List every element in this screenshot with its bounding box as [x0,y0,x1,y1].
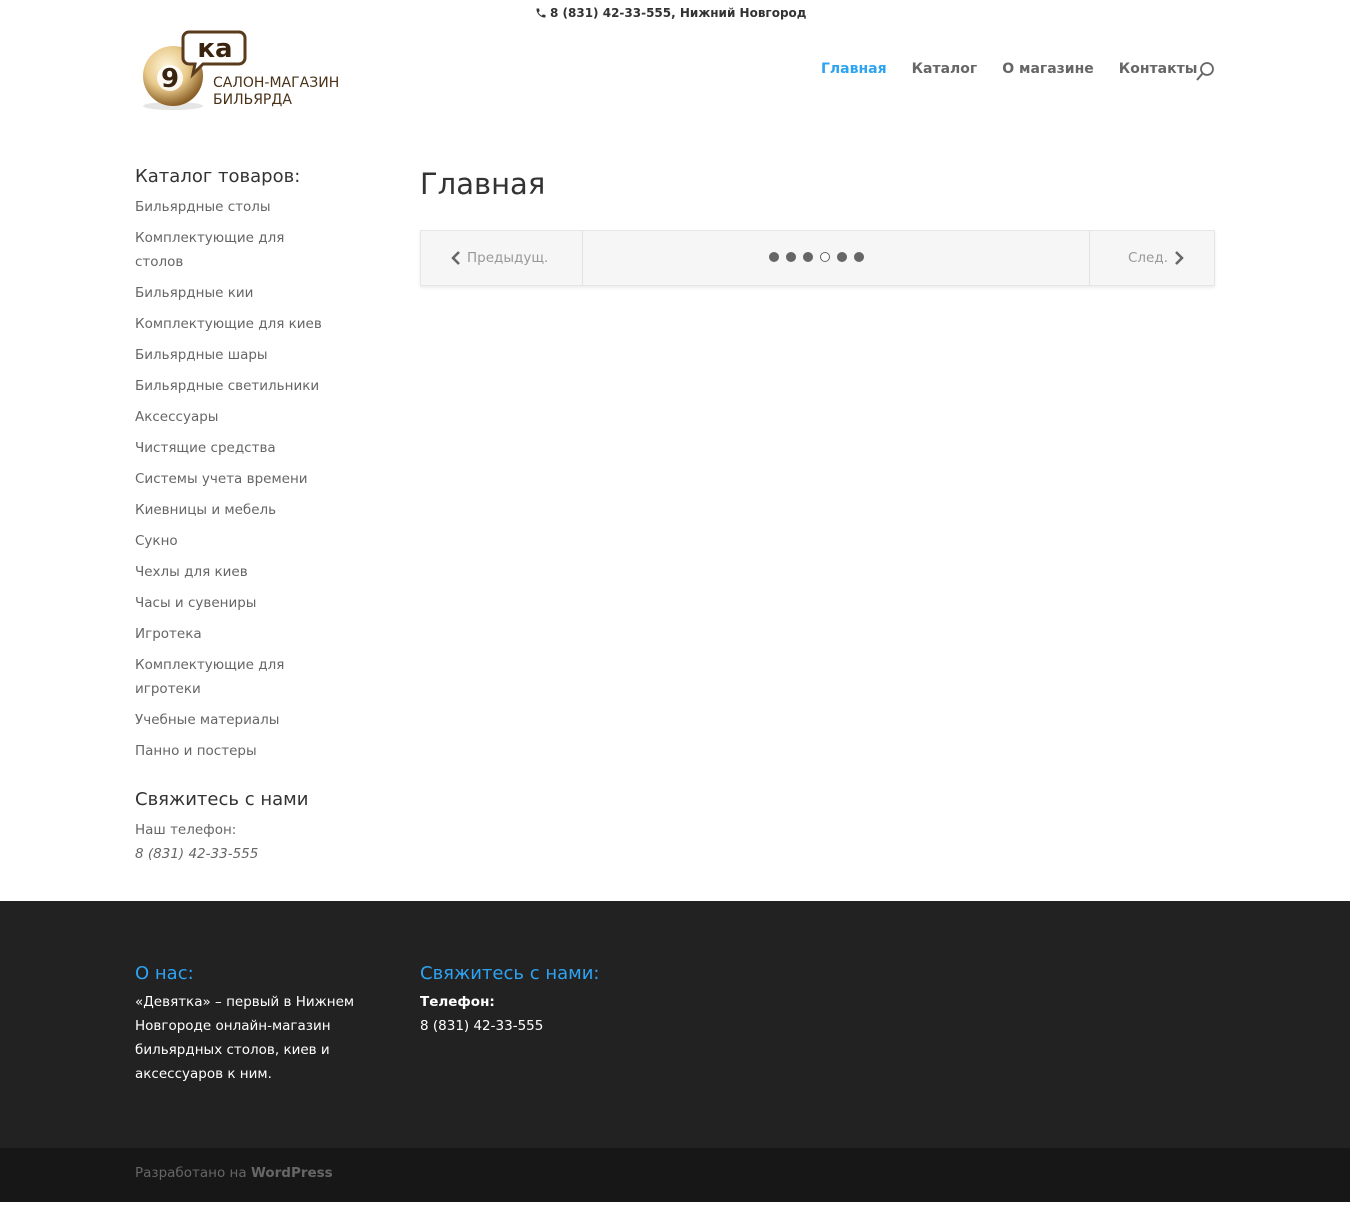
category-link[interactable]: Сукно [135,533,178,549]
next-label: След. [1128,250,1168,266]
category-link[interactable]: Комплектующие для киев [135,316,322,332]
catalog-title: Каталог товаров: [135,166,301,187]
category-link[interactable]: Бильярдные кии [135,285,253,301]
list-item: Сукно [135,529,335,553]
contact-title: Свяжитесь с нами [135,789,309,810]
contact-widget: Свяжитесь с нами Наш телефон: 8 (831) 42… [135,789,335,866]
phone-number: 8 (831) 42-33-555 [135,846,259,862]
category-link[interactable]: Киевницы и мебель [135,502,276,518]
category-link[interactable]: Комплектующие для игротеки [135,657,284,697]
slider-nav: Предыдущ. След. [420,230,1215,286]
logo[interactable]: 9 ка САЛОН-МАГАЗИН БИЛЬЯРДА [137,30,347,112]
chevron-right-icon [1175,251,1184,265]
logo-ball-number: 9 [161,64,179,94]
phone-label: Наш телефон: [135,822,237,838]
footer-about-title: О нас: [135,963,194,984]
prev-button[interactable]: Предыдущ. [421,231,583,285]
bottom-bar: Разработано на WordPress [0,1148,1350,1202]
category-link[interactable]: Часы и сувениры [135,595,256,611]
nav-about[interactable]: О магазине [1002,61,1094,77]
sidebar: Каталог товаров: Бильярдные столы Компле… [135,166,335,866]
category-link[interactable]: Учебные материалы [135,712,279,728]
footer-phone: 8 (831) 42-33-555 [420,1018,544,1034]
slider-dot[interactable] [837,252,847,262]
category-link[interactable]: Бильярдные шары [135,347,268,363]
list-item: Чехлы для киев [135,560,335,584]
slider-dot[interactable] [769,252,779,262]
list-item: Комплектующие для киев [135,312,335,336]
top-contact-text: 8 (831) 42-33-555, Нижний Новгород [550,6,807,20]
category-link[interactable]: Панно и постеры [135,743,257,759]
main-nav: Главная Каталог О магазине Контакты [821,61,1222,77]
search-icon[interactable] [1195,61,1215,83]
chevron-left-icon [451,251,460,265]
list-item: Бильярдные шары [135,343,335,367]
list-item: Чистящие средства [135,436,335,460]
category-link[interactable]: Системы учета времени [135,471,308,487]
nav-catalog[interactable]: Каталог [912,61,978,77]
slider-dot[interactable] [803,252,813,262]
logo-badge-text: ка [197,34,232,64]
page-title: Главная [420,167,546,201]
category-list: Бильярдные столы Комплектующие для столо… [135,195,335,763]
footer: О нас: «Девятка» – первый в Нижнем Новго… [0,901,1350,1148]
list-item: Панно и постеры [135,739,335,763]
prev-label: Предыдущ. [467,250,549,266]
category-link[interactable]: Чистящие средства [135,440,276,456]
nav-contacts[interactable]: Контакты [1119,61,1198,77]
list-item: Игротека [135,622,335,646]
wordpress-link[interactable]: WordPress [251,1165,333,1181]
header: 9 ка САЛОН-МАГАЗИН БИЛЬЯРДА Главная Ката… [0,22,1350,122]
main-content: Главная Предыдущ. След. [420,160,1215,286]
slider-dot[interactable] [854,252,864,262]
nav-home[interactable]: Главная [821,61,887,77]
slider-dot-current[interactable] [820,252,830,262]
list-item: Бильярдные кии [135,281,335,305]
list-item: Киевницы и мебель [135,498,335,522]
list-item: Аксессуары [135,405,335,429]
list-item: Системы учета времени [135,467,335,491]
footer-contact-title: Свяжитесь с нами: [420,963,600,984]
category-link[interactable]: Комплектующие для столов [135,230,284,270]
top-contact: 8 (831) 42-33-555, Нижний Новгород [535,6,806,20]
category-link[interactable]: Бильярдные светильники [135,378,319,394]
category-link[interactable]: Бильярдные столы [135,199,271,215]
footer-about-text: «Девятка» – первый в Нижнем Новгороде он… [135,994,355,1082]
category-link[interactable]: Чехлы для киев [135,564,248,580]
logo-line-2: БИЛЬЯРДА [213,92,292,108]
list-item: Бильярдные столы [135,195,335,219]
list-item: Комплектующие для столов [135,226,335,274]
list-item: Бильярдные светильники [135,374,335,398]
list-item: Комплектующие для игротеки [135,653,335,701]
footer-contact: Свяжитесь с нами: Телефон: 8 (831) 42-33… [420,963,650,1038]
list-item: Учебные материалы [135,708,335,732]
slider-dot[interactable] [786,252,796,262]
footer-phone-label: Телефон: [420,994,495,1010]
category-link[interactable]: Игротека [135,626,202,642]
credits-prefix: Разработано на [135,1165,247,1181]
slider-dots [769,252,864,262]
footer-about: О нас: «Девятка» – первый в Нижнем Новго… [135,963,365,1086]
credits: Разработано на WordPress [135,1165,333,1181]
list-item: Часы и сувениры [135,591,335,615]
phone-icon [536,8,546,18]
category-link[interactable]: Аксессуары [135,409,218,425]
next-button[interactable]: След. [1089,231,1214,285]
logo-line-1: САЛОН-МАГАЗИН [213,75,339,91]
